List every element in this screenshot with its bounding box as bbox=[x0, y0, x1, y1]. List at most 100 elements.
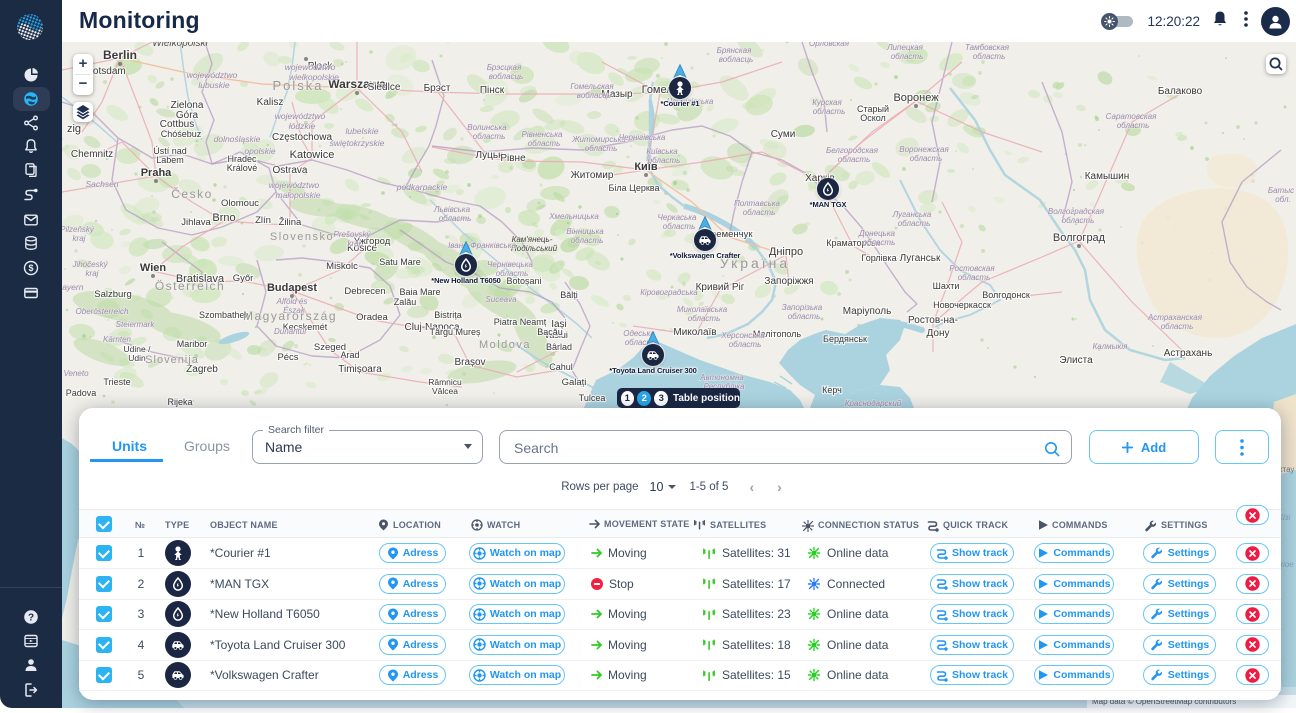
svg-text:Волинська: Волинська bbox=[467, 123, 507, 132]
svg-text:Кривий Ріг: Кривий Ріг bbox=[696, 282, 745, 293]
svg-text:Астрахань: Астрахань bbox=[1164, 348, 1213, 359]
svg-text:область: область bbox=[688, 314, 721, 323]
svg-text:Балаково: Балаково bbox=[1158, 86, 1203, 97]
svg-text:Чернігівська: Чернігівська bbox=[619, 133, 666, 142]
svg-text:вобласць: вобласць bbox=[489, 72, 524, 81]
svg-text:Siedlce: Siedlce bbox=[368, 82, 401, 93]
svg-text:Bistrița: Bistrița bbox=[434, 310, 462, 320]
svg-text:Berlin: Berlin bbox=[103, 48, 137, 62]
svg-text:Запоріжжя: Запоріжжя bbox=[764, 276, 813, 287]
svg-text:Астраханская: Астраханская bbox=[1147, 313, 1203, 322]
svg-text:Донецька: Донецька bbox=[858, 229, 895, 238]
svg-text:область: область bbox=[898, 219, 931, 228]
svg-text:województwo: województwo bbox=[285, 62, 336, 72]
svg-text:область: область bbox=[910, 154, 943, 163]
svg-text:область: область bbox=[729, 340, 762, 349]
svg-text:Тамбовская: Тамбовская bbox=[965, 43, 1010, 52]
svg-text:Біла Церква: Біла Церква bbox=[609, 183, 660, 193]
svg-text:Рівненська: Рівненська bbox=[522, 130, 564, 139]
svg-text:Запорізька: Запорізька bbox=[782, 303, 823, 312]
svg-text:Częstochowa: Częstochowa bbox=[272, 132, 332, 143]
svg-text:Херсонська: Херсонська bbox=[720, 331, 765, 340]
svg-text:Jihočeský: Jihočeský bbox=[71, 260, 108, 269]
svg-text:Veneto: Veneto bbox=[63, 369, 89, 378]
svg-text:Луцьк: Луцьк bbox=[476, 150, 504, 161]
svg-text:Miskolc: Miskolc bbox=[326, 261, 358, 272]
svg-text:Piatra Neamț: Piatra Neamț bbox=[494, 317, 547, 327]
svg-text:zig: zig bbox=[67, 123, 81, 135]
svg-text:Pilzeňský: Pilzeňský bbox=[62, 225, 95, 234]
svg-text:Zalău: Zalău bbox=[394, 297, 417, 307]
svg-text:Žilina: Žilina bbox=[279, 217, 302, 228]
svg-text:Подільський: Подільський bbox=[511, 244, 558, 253]
svg-text:kraj: kraj bbox=[73, 234, 86, 243]
svg-text:Sachsen: Sachsen bbox=[85, 179, 118, 189]
svg-text:Воронежская: Воронежская bbox=[899, 145, 949, 154]
svg-text:kraj: kraj bbox=[348, 239, 361, 248]
svg-text:область: область bbox=[788, 312, 821, 321]
svg-text:Волгоград: Волгоград bbox=[1053, 232, 1106, 244]
svg-text:podkarpackie: podkarpackie bbox=[396, 182, 448, 192]
svg-text:Arad: Arad bbox=[340, 350, 359, 360]
svg-text:Черкаська: Черкаська bbox=[658, 213, 697, 222]
svg-text:Maribor: Maribor bbox=[177, 339, 208, 349]
svg-text:Magyarország: Magyarország bbox=[243, 309, 337, 323]
svg-text:Bârlad: Bârlad bbox=[546, 342, 572, 352]
svg-text:Prešovský: Prešovský bbox=[334, 230, 372, 239]
svg-text:Labem: Labem bbox=[156, 155, 184, 165]
svg-text:область: область bbox=[838, 155, 871, 164]
svg-text:Курская: Курская bbox=[812, 98, 842, 107]
svg-text:область: область bbox=[863, 238, 896, 247]
svg-text:Timișoara: Timișoara bbox=[338, 364, 382, 375]
svg-text:Брэст: Брэст bbox=[424, 83, 451, 94]
svg-text:Керч: Керч bbox=[822, 385, 842, 395]
svg-text:Jihlava: Jihlava bbox=[181, 217, 211, 228]
svg-text:Baia Mare: Baia Mare bbox=[399, 287, 440, 297]
svg-text:Львівська: Львівська bbox=[433, 205, 471, 214]
svg-text:Vâlcea: Vâlcea bbox=[432, 386, 458, 396]
svg-text:Элиста: Элиста bbox=[1059, 355, 1093, 366]
svg-text:Katowice: Katowice bbox=[290, 149, 335, 161]
svg-text:область: область bbox=[439, 214, 472, 223]
svg-text:Ростовская: Ростовская bbox=[949, 264, 995, 273]
svg-text:область: область bbox=[1161, 322, 1194, 331]
svg-text:область: область bbox=[973, 52, 1006, 61]
svg-text:область: область bbox=[648, 156, 681, 165]
svg-text:Горлівка: Горлівка bbox=[861, 253, 896, 263]
svg-text:Калмыкія: Калмыкія bbox=[1093, 342, 1129, 351]
svg-text:Новочеркасск: Новочеркасск bbox=[933, 300, 991, 310]
svg-text:Луганськ: Луганськ bbox=[900, 253, 941, 264]
svg-text:область: область bbox=[473, 132, 506, 141]
svg-text:Moldova: Moldova bbox=[479, 339, 531, 351]
svg-text:Луганська: Луганська bbox=[892, 210, 932, 219]
svg-text:Debrecen: Debrecen bbox=[344, 286, 385, 297]
svg-text:Рівне: Рівне bbox=[500, 153, 526, 164]
svg-text:Bălți: Bălți bbox=[560, 290, 578, 300]
svg-text:область: область bbox=[1062, 216, 1095, 225]
svg-text:województwo: województwo bbox=[187, 70, 238, 80]
svg-text:область: область bbox=[813, 107, 846, 116]
svg-text:świętokrzyskie: świętokrzyskie bbox=[330, 138, 385, 148]
svg-text:lubuskie: lubuskie bbox=[198, 80, 229, 90]
svg-text:Králové: Králové bbox=[227, 163, 258, 173]
svg-text:Волгодонск: Волгодонск bbox=[982, 290, 1030, 300]
svg-text:dolnośląskie: dolnośląskie bbox=[214, 134, 261, 144]
svg-text:kraj: kraj bbox=[86, 269, 99, 278]
svg-text:Pécs: Pécs bbox=[277, 352, 298, 363]
svg-text:вобласць: вобласць bbox=[719, 55, 754, 64]
svg-text:Suceava: Suceava bbox=[485, 295, 517, 304]
svg-text:Chóśebuz: Chóśebuz bbox=[161, 129, 202, 139]
svg-text:Дону: Дону bbox=[927, 328, 950, 339]
svg-text:łódzkie: łódzkie bbox=[289, 121, 316, 131]
svg-text:Вінницька: Вінницька bbox=[566, 227, 604, 236]
svg-text:область: область bbox=[585, 144, 618, 153]
svg-text:Маріуполь: Маріуполь bbox=[843, 306, 892, 317]
svg-text:Trieste: Trieste bbox=[103, 377, 130, 387]
svg-text:Dunántúl: Dunántúl bbox=[274, 327, 306, 336]
svg-text:Alföld és: Alföld és bbox=[276, 297, 308, 306]
svg-text:Tulcea: Tulcea bbox=[579, 393, 606, 403]
svg-text:Житомир: Житомир bbox=[571, 170, 614, 181]
svg-text:Київська: Київська bbox=[646, 147, 678, 156]
svg-text:область: область bbox=[663, 222, 696, 231]
svg-text:Оскол: Оскол bbox=[860, 113, 886, 123]
